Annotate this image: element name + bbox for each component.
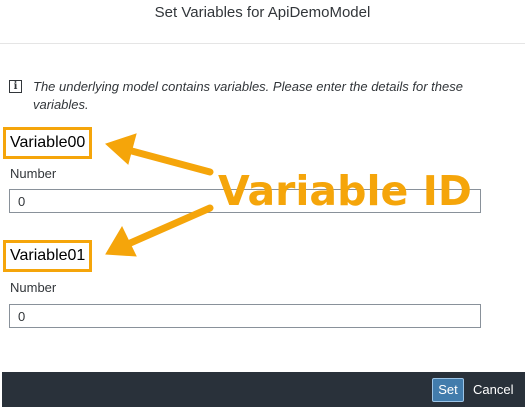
arrow-shaft-upper [124, 146, 214, 176]
set-button[interactable]: Set [432, 378, 464, 402]
dialog-footer: Set Cancel [2, 372, 525, 407]
arrow-head-upper [105, 133, 137, 165]
annotation-label: Variable ID [218, 167, 472, 215]
arrow-shaft-lower [124, 204, 214, 248]
cancel-button[interactable]: Cancel [473, 378, 513, 402]
